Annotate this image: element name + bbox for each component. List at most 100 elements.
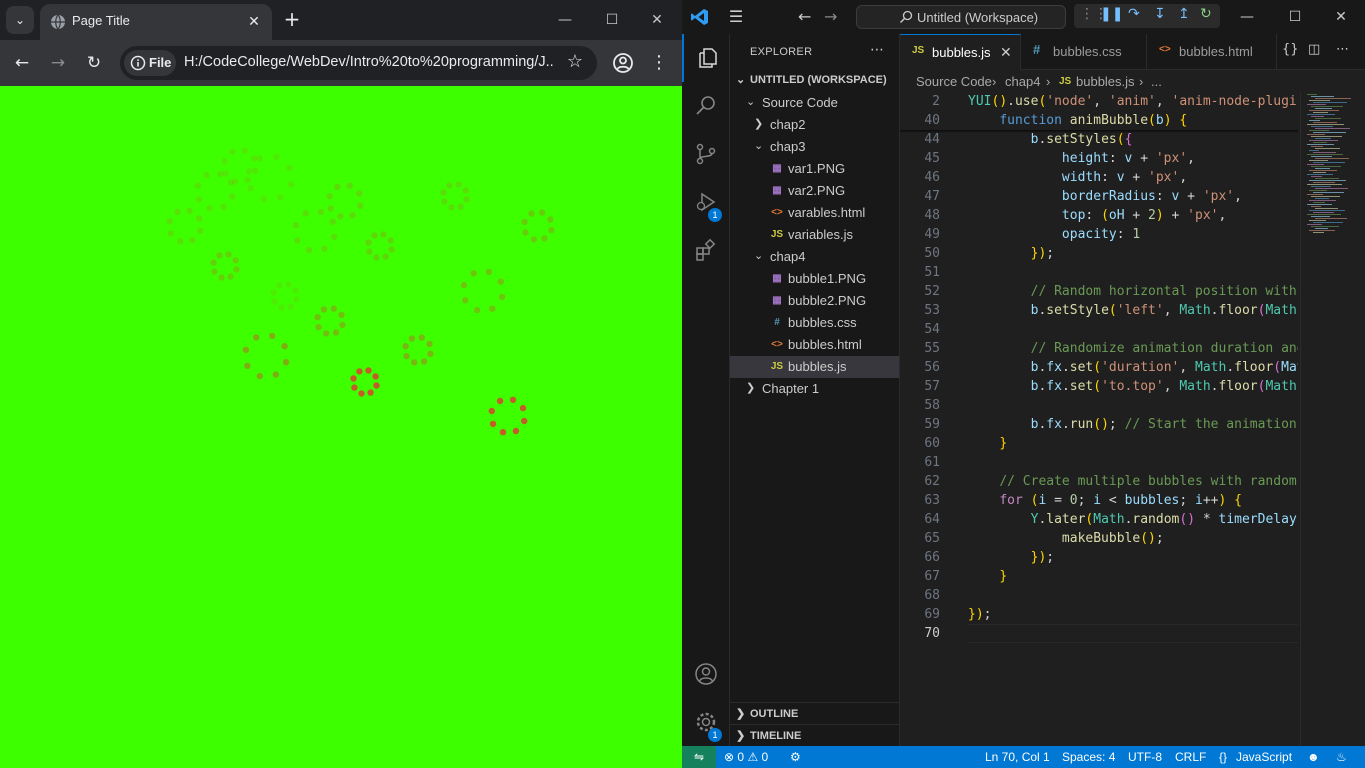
close-window-icon[interactable]: ✕ bbox=[640, 6, 674, 34]
code-line[interactable]: 40 function animBubble(b) { bbox=[900, 111, 1298, 130]
code-line[interactable]: 58 bbox=[900, 396, 1298, 415]
cursor-position[interactable]: Ln 70, Col 1 bbox=[985, 750, 1050, 764]
code-line[interactable]: 48 top: (oH + 2) + 'px', bbox=[900, 206, 1298, 225]
braces-status-icon[interactable]: {} bbox=[1219, 750, 1227, 764]
timeline-section[interactable]: ❯ TIMELINE bbox=[730, 724, 899, 746]
nav-forward-icon[interactable]: → bbox=[824, 7, 837, 26]
encoding[interactable]: UTF-8 bbox=[1128, 750, 1162, 764]
step-out-icon[interactable]: ↥ bbox=[1178, 6, 1190, 22]
new-tab-icon[interactable]: + bbox=[281, 8, 303, 30]
code-line[interactable]: 67 } bbox=[900, 567, 1298, 586]
search-activity[interactable] bbox=[682, 82, 730, 130]
code-line[interactable]: 55 // Randomize animation duration and bbox=[900, 339, 1298, 358]
browser-tab[interactable]: Page Title ✕ bbox=[40, 4, 272, 40]
tree-item[interactable]: JS bubbles.js bbox=[730, 356, 899, 378]
profile-icon[interactable] bbox=[610, 50, 636, 76]
breadcrumb-item[interactable]: ... bbox=[1151, 74, 1162, 89]
tree-item[interactable]: ⌄ chap3 bbox=[730, 136, 899, 158]
close-tab-icon[interactable]: ✕ bbox=[1000, 44, 1012, 61]
tab-bubbles-css[interactable]: # bubbles.css bbox=[1021, 34, 1147, 70]
code-line[interactable]: 65 makeBubble(); bbox=[900, 529, 1298, 548]
code-line[interactable]: 61 bbox=[900, 453, 1298, 472]
tree-item[interactable]: ▦ bubble1.PNG bbox=[730, 268, 899, 290]
code-line[interactable]: 69}); bbox=[900, 605, 1298, 624]
minimize-icon[interactable]: — bbox=[548, 6, 582, 34]
ports-icon[interactable]: ⚙ bbox=[790, 750, 801, 764]
nav-back-icon[interactable]: ← bbox=[798, 7, 811, 26]
workspace-header[interactable]: ⌄ UNTITLED (WORKSPACE) bbox=[730, 70, 899, 92]
outline-section[interactable]: ❯ OUTLINE bbox=[730, 702, 899, 724]
maximize-icon[interactable]: ☐ bbox=[595, 6, 629, 34]
code-line[interactable]: 47 borderRadius: v + 'px', bbox=[900, 187, 1298, 206]
close-tab-icon[interactable]: ✕ bbox=[244, 12, 264, 32]
tree-item[interactable]: ▦ var2.PNG bbox=[730, 180, 899, 202]
code-line[interactable]: 70 bbox=[900, 624, 1298, 643]
restart-icon[interactable]: ↻ bbox=[1200, 6, 1212, 22]
code-line[interactable]: 49 opacity: 1 bbox=[900, 225, 1298, 244]
code-line[interactable]: 66 }); bbox=[900, 548, 1298, 567]
tab-bubbles-js[interactable]: JS bubbles.js ✕ bbox=[900, 34, 1021, 70]
code-line[interactable]: 62 // Create multiple bubbles with rando… bbox=[900, 472, 1298, 491]
braces-icon[interactable]: {} bbox=[1282, 42, 1299, 57]
code-line[interactable]: 2 YUI().use('node', 'anim', 'anim-node-pl… bbox=[900, 92, 1298, 111]
tree-item[interactable]: ▦ bubble2.PNG bbox=[730, 290, 899, 312]
code-line[interactable]: 52 // Random horizontal position withi bbox=[900, 282, 1298, 301]
tree-item[interactable]: # bubbles.css bbox=[730, 312, 899, 334]
language-mode[interactable]: JavaScript bbox=[1236, 750, 1292, 764]
tree-item[interactable]: ❯ Chapter 1 bbox=[730, 378, 899, 400]
vscode-close-icon[interactable]: ✕ bbox=[1318, 4, 1364, 30]
tree-item[interactable]: ⌄ Source Code bbox=[730, 92, 899, 114]
browser-menu-icon[interactable]: ⋮ bbox=[650, 50, 668, 76]
code-line[interactable]: 64 Y.later(Math.random() * timerDelay, bbox=[900, 510, 1298, 529]
tab-search-icon[interactable]: ⌄ bbox=[6, 6, 34, 34]
tree-item[interactable]: <> bubbles.html bbox=[730, 334, 899, 356]
indentation[interactable]: Spaces: 4 bbox=[1062, 750, 1115, 764]
split-editor-icon[interactable]: ◫ bbox=[1308, 42, 1320, 57]
bookmark-star-icon[interactable]: ☆ bbox=[567, 51, 583, 72]
code-line[interactable]: 57 b.fx.set('to.top', Math.floor(Math. bbox=[900, 377, 1298, 396]
breadcrumb-item[interactable]: Source Code bbox=[916, 74, 992, 89]
accounts-activity[interactable] bbox=[682, 650, 730, 698]
code-line[interactable]: 56 b.fx.set('duration', Math.floor(Mat bbox=[900, 358, 1298, 377]
tree-item[interactable]: JS variables.js bbox=[730, 224, 899, 246]
tree-item[interactable]: <> varables.html bbox=[730, 202, 899, 224]
tab-bubbles-html[interactable]: <> bubbles.html bbox=[1147, 34, 1277, 70]
manage-activity[interactable]: 1 bbox=[682, 698, 730, 746]
copilot-icon[interactable]: ☻ bbox=[1307, 750, 1320, 764]
code-line[interactable]: 60 } bbox=[900, 434, 1298, 453]
code-line[interactable]: 54 bbox=[900, 320, 1298, 339]
code-line[interactable]: 68 bbox=[900, 586, 1298, 605]
code-line[interactable]: 46 width: v + 'px', bbox=[900, 168, 1298, 187]
step-into-icon[interactable]: ↧ bbox=[1154, 6, 1166, 22]
remote-icon[interactable]: ⇋ bbox=[682, 746, 716, 768]
extensions-activity[interactable] bbox=[682, 226, 730, 274]
code-line[interactable]: 59 b.fx.run(); // Start the animation bbox=[900, 415, 1298, 434]
explorer-activity[interactable] bbox=[682, 34, 730, 82]
code-line[interactable]: 63 for (i = 0; i < bubbles; i++) { bbox=[900, 491, 1298, 510]
forward-icon[interactable]: → bbox=[44, 49, 72, 77]
code-line[interactable]: 50 }); bbox=[900, 244, 1298, 263]
url-text[interactable]: H:/CodeCollege/WebDev/Intro%20to%20progr… bbox=[184, 54, 554, 70]
code-line[interactable]: 45 height: v + 'px', bbox=[900, 149, 1298, 168]
back-icon[interactable]: ← bbox=[8, 49, 36, 77]
line-ending[interactable]: CRLF bbox=[1175, 750, 1206, 764]
tree-item[interactable]: ▦ var1.PNG bbox=[730, 158, 899, 180]
vscode-maximize-icon[interactable]: ☐ bbox=[1272, 4, 1318, 30]
source-control-activity[interactable] bbox=[682, 130, 730, 178]
more-actions-icon[interactable]: ⋯ bbox=[870, 42, 884, 58]
problems-indicator[interactable]: ⊗ 0 ⚠ 0 bbox=[724, 750, 768, 764]
tree-item[interactable]: ⌄ chap4 bbox=[730, 246, 899, 268]
command-center-search[interactable]: Untitled (Workspace) bbox=[856, 5, 1066, 29]
step-over-icon[interactable]: ↷ bbox=[1128, 6, 1140, 22]
code-editor[interactable]: 2 YUI().use('node', 'anim', 'anim-node-pl… bbox=[900, 92, 1298, 746]
reload-icon[interactable]: ↻ bbox=[80, 49, 108, 77]
site-info-chip[interactable]: File bbox=[124, 50, 176, 76]
vscode-minimize-icon[interactable]: — bbox=[1224, 4, 1270, 30]
more-actions-icon[interactable]: ⋯ bbox=[1336, 42, 1349, 57]
breadcrumb-item[interactable]: bubbles.js bbox=[1076, 74, 1135, 89]
breadcrumb-item[interactable]: chap4 bbox=[1005, 74, 1040, 89]
notifications-bell-icon[interactable]: ♨ bbox=[1336, 750, 1347, 764]
code-line[interactable]: 53 b.setStyle('left', Math.floor(Math. bbox=[900, 301, 1298, 320]
address-bar[interactable]: File H:/CodeCollege/WebDev/Intro%20to%20… bbox=[120, 46, 597, 80]
code-line[interactable]: 51 bbox=[900, 263, 1298, 282]
